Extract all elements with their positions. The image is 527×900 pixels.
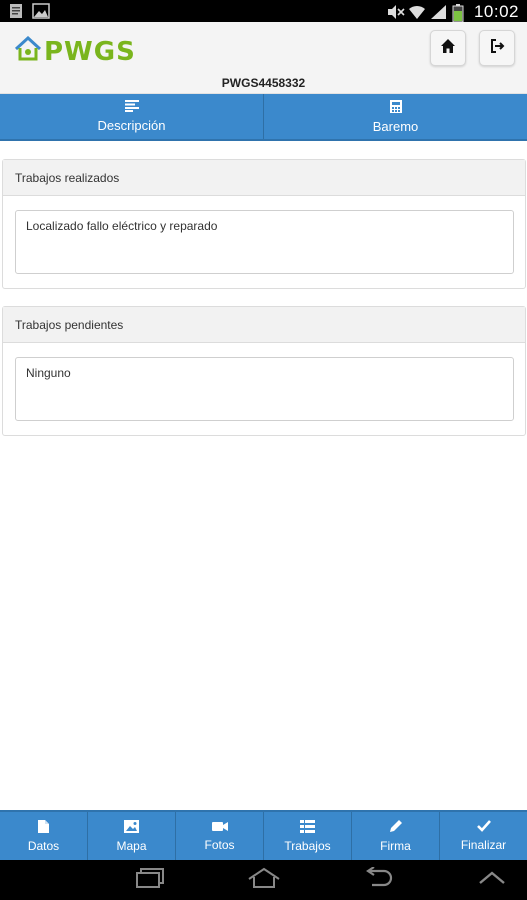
nav-label: Firma <box>380 839 411 853</box>
home-outline-icon <box>246 867 282 894</box>
back-button[interactable] <box>358 865 398 894</box>
signal-icon <box>430 4 446 20</box>
picture-icon <box>124 819 139 836</box>
logout-button[interactable] <box>479 30 515 66</box>
nav-label: Fotos <box>204 837 235 852</box>
clock: 10:02 <box>473 2 519 21</box>
record-reference: PWGS4458332 <box>221 76 306 90</box>
trabajos-realizados-field[interactable]: Localizado fallo eléctrico y reparado <box>15 210 514 274</box>
logout-icon <box>489 38 505 59</box>
recent-apps-icon <box>134 867 166 894</box>
home-button[interactable] <box>430 30 466 66</box>
panel-title: Trabajos realizados <box>3 160 525 196</box>
list-icon <box>300 819 315 836</box>
panel-title: Trabajos pendientes <box>3 307 525 343</box>
menu-up-button[interactable] <box>472 867 512 893</box>
document-icon <box>8 3 24 19</box>
tab-bar: Descripción Baremo <box>0 94 527 141</box>
mute-icon <box>386 4 405 20</box>
system-nav-bar <box>0 860 527 900</box>
nav-datos[interactable]: Datos <box>0 812 87 860</box>
video-camera-icon <box>211 821 228 835</box>
status-bar: 10:02 <box>0 0 527 23</box>
panel-trabajos-pendientes: Trabajos pendientes Ninguno <box>2 306 526 436</box>
nav-label: Trabajos <box>284 838 331 853</box>
nav-mapa[interactable]: Mapa <box>87 812 175 860</box>
nav-label: Finalizar <box>460 838 507 852</box>
tab-baremo[interactable]: Baremo <box>263 94 527 139</box>
pencil-icon <box>389 819 403 836</box>
file-icon <box>38 819 49 836</box>
home-icon <box>440 38 456 59</box>
calculator-icon <box>389 99 402 116</box>
app-header: PWGS PWGS4458332 <box>0 22 527 94</box>
wifi-icon <box>408 4 425 20</box>
nav-finalizar[interactable]: Finalizar <box>439 812 527 860</box>
nav-trabajos[interactable]: Trabajos <box>263 812 351 860</box>
house-logo-icon <box>14 35 42 67</box>
tab-label: Descripción <box>97 118 166 133</box>
home-system-button[interactable] <box>244 867 284 893</box>
nav-firma[interactable]: Firma <box>351 812 439 860</box>
nav-fotos[interactable]: Fotos <box>175 812 263 860</box>
image-icon <box>32 3 50 19</box>
bottom-nav: Datos Mapa Fotos Trabajos Firma Finaliza… <box>0 810 527 860</box>
list-icon <box>124 100 139 115</box>
logo-text: PWGS <box>44 36 136 67</box>
panel-trabajos-realizados: Trabajos realizados Localizado fallo elé… <box>2 159 526 289</box>
chevron-up-icon <box>477 870 507 891</box>
tab-descripcion[interactable]: Descripción <box>0 94 263 139</box>
recent-apps-button[interactable] <box>130 867 170 893</box>
check-icon <box>476 820 491 835</box>
back-arrow-icon <box>362 865 394 894</box>
trabajos-pendientes-field[interactable]: Ninguno <box>15 357 514 421</box>
tab-label: Baremo <box>372 118 419 134</box>
battery-icon <box>452 4 468 23</box>
nav-label: Datos <box>27 838 60 853</box>
nav-label: Mapa <box>116 838 147 853</box>
logo: PWGS <box>14 35 136 67</box>
